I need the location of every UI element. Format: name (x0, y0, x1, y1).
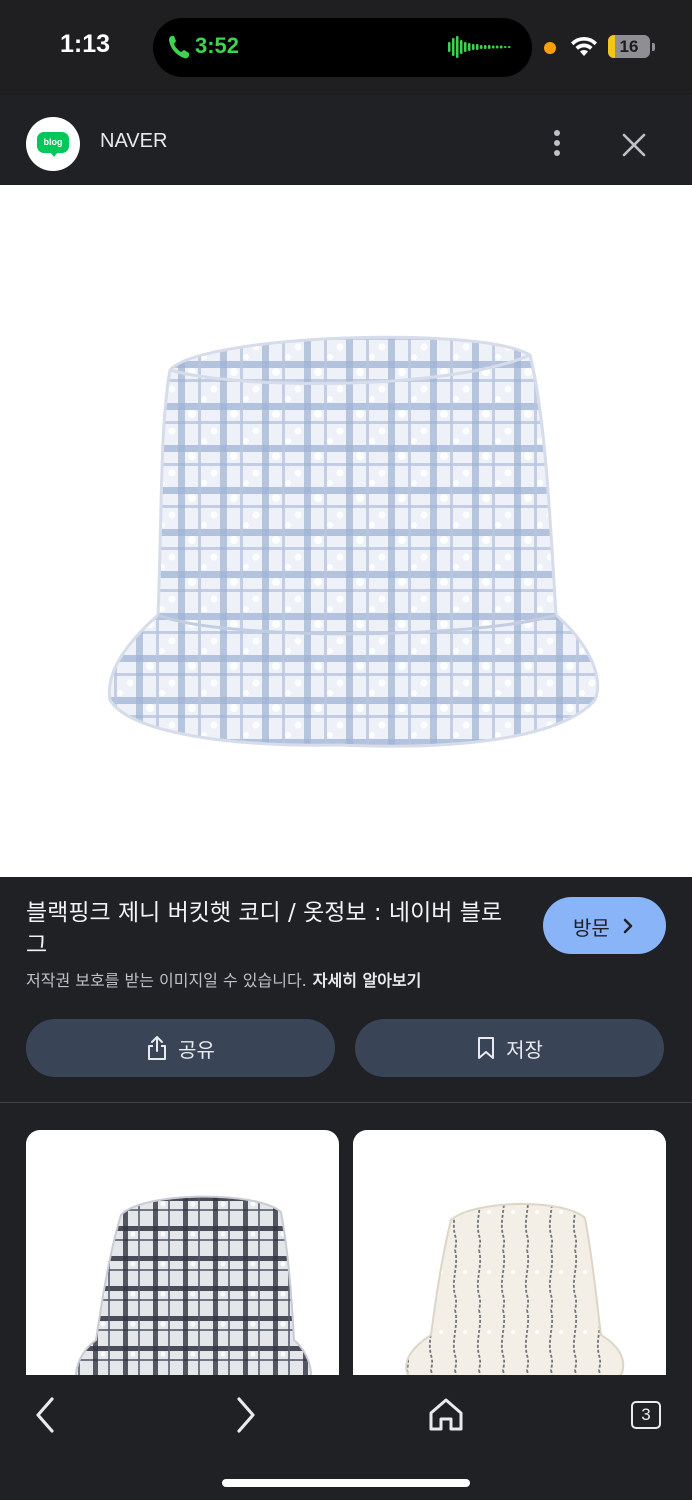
learn-more-link[interactable]: 자세히 알아보기 (313, 971, 422, 990)
home-indicator[interactable] (222, 1479, 470, 1487)
share-button[interactable]: 공유 (26, 1019, 335, 1077)
share-icon (148, 1036, 167, 1060)
section-divider (0, 1102, 692, 1103)
save-button[interactable]: 저장 (355, 1019, 664, 1077)
call-duration: 3:52 (195, 33, 240, 58)
cream-stripe-hat-image (405, 1202, 625, 1389)
wifi-icon (571, 36, 597, 56)
related-image-card[interactable] (353, 1130, 666, 1390)
black-plaid-hat-image (75, 1195, 313, 1390)
save-label: 저장 (506, 1037, 543, 1062)
forward-arrow-icon[interactable] (219, 1389, 271, 1441)
close-icon[interactable] (614, 125, 654, 165)
back-arrow-icon[interactable] (20, 1389, 72, 1441)
privacy-indicator-dot (544, 42, 556, 54)
chevron-right-icon (623, 918, 633, 934)
bookmark-icon (478, 1037, 495, 1059)
result-title[interactable]: 블랙핑크 제니 버킷햇 코디 / 옷정보 : 네이버 블로그 (26, 897, 516, 961)
audio-waveform-icon (448, 36, 511, 58)
related-image-card[interactable] (26, 1130, 339, 1390)
hero-image[interactable] (0, 185, 692, 877)
battery-indicator: 16 (608, 35, 655, 58)
status-bar: 1:13 3:52 16 (0, 0, 692, 95)
copyright-notice: 저작권 보호를 받는 이미지일 수 있습니다. 자세히 알아보기 (26, 967, 421, 991)
status-time: 1:13 (60, 30, 111, 58)
phone-icon (169, 36, 189, 59)
visit-label: 방문 (573, 916, 610, 940)
home-icon[interactable] (420, 1389, 472, 1441)
site-name[interactable]: NAVER (100, 130, 167, 153)
visit-button[interactable]: 방문 (543, 897, 666, 954)
battery-level: 16 (619, 37, 639, 56)
copyright-text: 저작권 보호를 받는 이미지일 수 있습니다. (26, 971, 307, 990)
result-header: blog NAVER (0, 95, 692, 185)
blog-logo-text: blog (37, 132, 69, 153)
result-info-panel: 블랙핑크 제니 버킷햇 코디 / 옷정보 : 네이버 블로그 방문 저작권 보호… (0, 877, 692, 1103)
naver-blog-logo[interactable]: blog (26, 117, 80, 171)
share-label: 공유 (178, 1037, 215, 1062)
tab-count: 3 (631, 1401, 661, 1429)
more-vert-icon[interactable] (540, 123, 574, 163)
bucket-hat-image (107, 335, 600, 748)
tab-switcher-button[interactable]: 3 (620, 1389, 672, 1441)
